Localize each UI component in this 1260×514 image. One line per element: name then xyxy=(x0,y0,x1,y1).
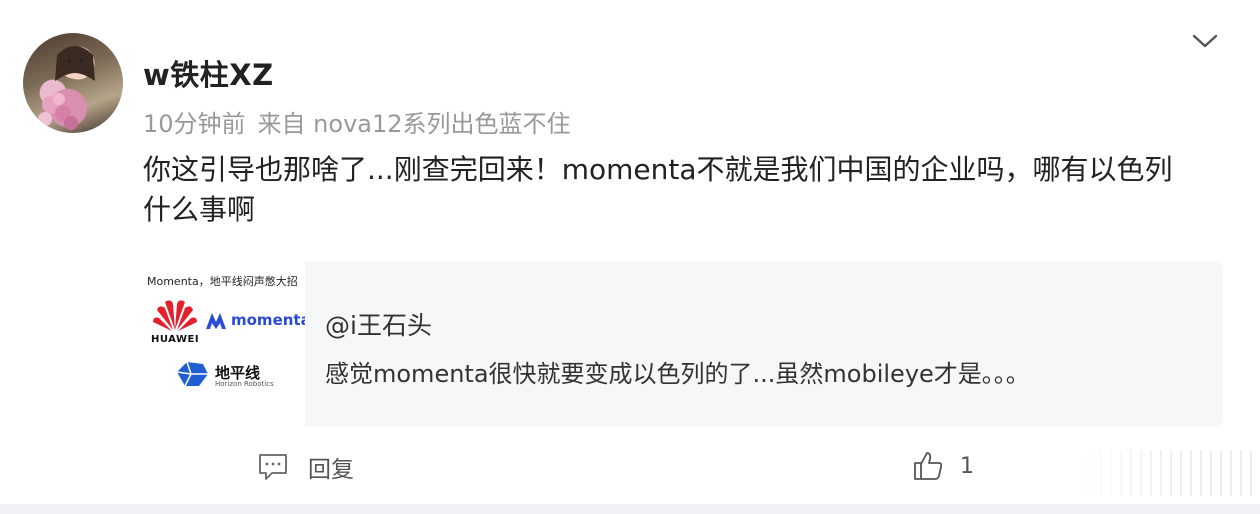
divider xyxy=(0,504,1260,514)
post-time: 10分钟前 xyxy=(143,110,246,138)
like-button[interactable]: 1 xyxy=(912,450,974,482)
post-source: 来自 nova12系列出色蓝不住 xyxy=(257,110,571,138)
horizon-english: Horizon Robotics xyxy=(215,380,274,388)
momenta-wordmark: momenta xyxy=(231,311,305,329)
reply-button[interactable]: 回复 xyxy=(258,450,354,484)
horizon-logo-icon xyxy=(176,361,208,387)
username[interactable]: w铁柱XZ xyxy=(143,52,274,94)
thumbnail-caption: Momenta，地平线闷声憋大招 xyxy=(147,275,298,288)
avatar[interactable] xyxy=(23,33,123,133)
chevron-down-icon[interactable] xyxy=(1190,30,1220,52)
quote-author[interactable]: @i王石头 xyxy=(325,306,432,342)
comment-card: w铁柱XZ 10分钟前 来自 nova12系列出色蓝不住 你这引导也那啥了...刚… xyxy=(0,0,1260,504)
huawei-logo-icon xyxy=(153,300,197,331)
thumbs-up-icon xyxy=(914,452,943,480)
momenta-logo-icon xyxy=(206,313,226,329)
post-meta: 10分钟前 来自 nova12系列出色蓝不住 xyxy=(143,104,571,139)
faded-edge xyxy=(1070,450,1260,496)
huawei-wordmark: HUAWEI xyxy=(151,334,200,345)
like-count: 1 xyxy=(960,453,974,479)
comment-icon xyxy=(259,454,287,480)
quote-text: 感觉momenta很快就要变成以色列的了...虽然mobileye才是。。。 xyxy=(325,360,1030,388)
quoted-post[interactable]: Momenta，地平线闷声憋大招 HUAWEI momenta 地平线 Hori… xyxy=(143,262,1223,426)
reply-label: 回复 xyxy=(308,457,354,483)
avatar-image xyxy=(38,46,95,130)
post-content: 你这引导也那啥了...刚查完回来！momenta不就是我们中国的企业吗，哪有以色… xyxy=(143,153,1173,226)
quote-thumbnail: Momenta，地平线闷声憋大招 HUAWEI momenta 地平线 Hori… xyxy=(143,262,305,426)
